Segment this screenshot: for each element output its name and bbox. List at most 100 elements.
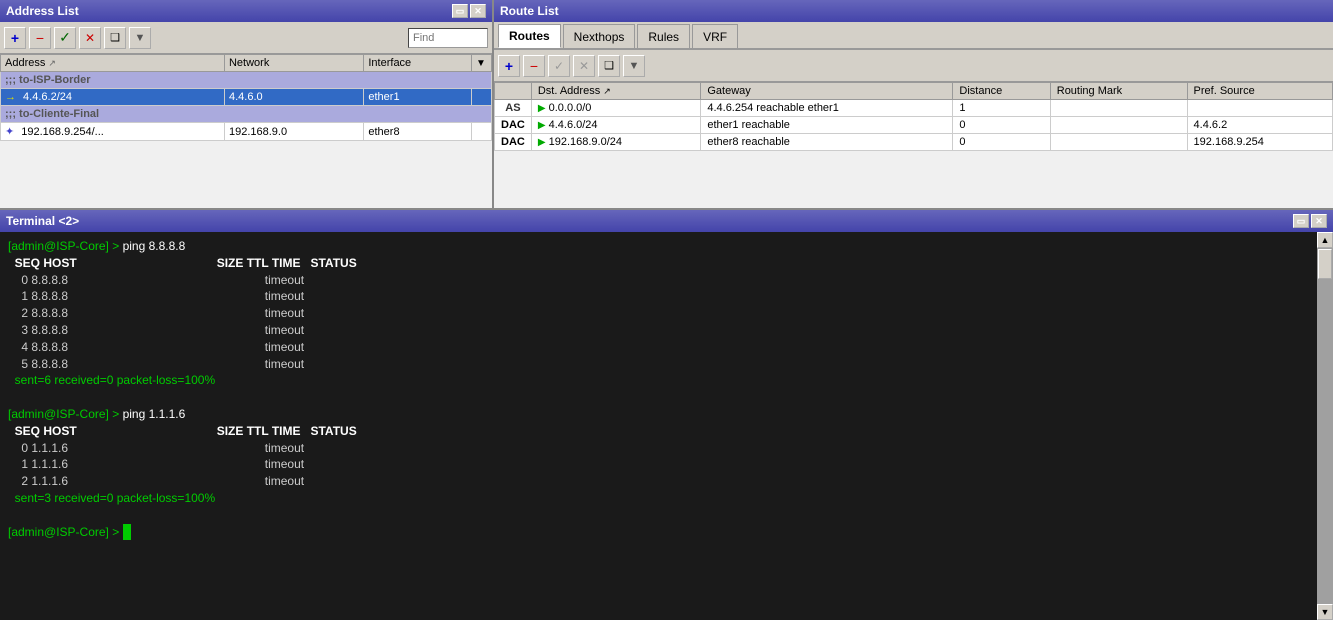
scrollbar-thumb[interactable]	[1318, 249, 1332, 279]
address-row-2-network: 192.168.9.0	[224, 123, 363, 141]
address-row-2-interface: ether8	[364, 123, 472, 141]
route-row-3-dst: ▶ 192.168.9.0/24	[531, 134, 701, 151]
route-row-1[interactable]: AS ▶ 0.0.0.0/0 4.4.6.254 reachable ether…	[495, 100, 1333, 117]
address-copy-button[interactable]: ❑	[104, 27, 126, 49]
address-table-header-row: Address ↗ Network Interface ▼	[1, 55, 492, 72]
route-row-3-flag: DAC	[495, 134, 532, 151]
route-col-flag	[495, 83, 532, 100]
terminal-panel: Terminal <2> ▭ ✕ [admin@ISP-Core] > ping…	[0, 210, 1333, 620]
route-col-distance[interactable]: Distance	[953, 83, 1050, 100]
terminal-line-seq4: 4 8.8.8.8 timeout	[8, 339, 1309, 356]
address-table-container: Address ↗ Network Interface ▼ ;;; to-ISP…	[0, 54, 492, 208]
route-table-container: Dst. Address ↗ Gateway Distance Routing …	[494, 82, 1333, 208]
terminal-line-p2-seq0: 0 1.1.1.6 timeout	[8, 440, 1309, 457]
terminal-input-line: [admin@ISP-Core] >	[8, 524, 1309, 541]
terminal-close-button[interactable]: ✕	[1311, 214, 1327, 228]
tab-nexthops[interactable]: Nexthops	[563, 24, 636, 48]
address-restore-button[interactable]: ▭	[452, 4, 468, 18]
address-group-cliente-final: ;;; to-Cliente-Final	[1, 106, 492, 123]
route-list-titlebar: Route List	[494, 0, 1333, 22]
terminal-line-seq0: 0 8.8.8.8 timeout	[8, 272, 1309, 289]
address-table: Address ↗ Network Interface ▼ ;;; to-ISP…	[0, 54, 492, 141]
route-row-1-flag: AS	[495, 100, 532, 117]
terminal-line-2: [admin@ISP-Core] > ping 1.1.1.6	[8, 406, 1309, 423]
address-row-1-address: → 4.4.6.2/24	[1, 89, 225, 106]
address-remove-button[interactable]: −	[29, 27, 51, 49]
route-row-2-gateway: ether1 reachable	[701, 117, 953, 134]
route-check-button[interactable]: ✓	[548, 55, 570, 77]
address-find-input[interactable]	[408, 28, 488, 48]
terminal-title: Terminal <2>	[6, 214, 79, 228]
address-row-1-network: 4.4.6.0	[224, 89, 363, 106]
route-row-2[interactable]: DAC ▶ 4.4.6.0/24 ether1 reachable 0 4.4.…	[495, 117, 1333, 134]
terminal-line-p2-seq2: 2 1.1.1.6 timeout	[8, 473, 1309, 490]
address-group-isp-border: ;;; to-ISP-Border	[1, 72, 492, 89]
terminal-line-header-2: SEQ HOST SIZE TTL TIME STATUS	[8, 423, 1309, 440]
scrollbar-up-button[interactable]: ▲	[1317, 232, 1333, 248]
route-col-dst[interactable]: Dst. Address ↗	[531, 83, 701, 100]
route-row-2-distance: 0	[953, 117, 1050, 134]
route-panel: Route List Routes Nexthops Rules VRF + −…	[494, 0, 1333, 208]
route-x-button[interactable]: ✕	[573, 55, 595, 77]
address-group-cliente-final-label: ;;; to-Cliente-Final	[1, 106, 492, 123]
route-copy-button[interactable]: ❑	[598, 55, 620, 77]
address-add-button[interactable]: +	[4, 27, 26, 49]
address-titlebar-buttons: ▭ ✕	[452, 4, 486, 18]
route-add-button[interactable]: +	[498, 55, 520, 77]
address-list-title: Address List	[6, 4, 79, 18]
route-col-pref-source[interactable]: Pref. Source	[1187, 83, 1332, 100]
address-toolbar: + − ✓ ✕ ❑ ▼	[0, 22, 492, 54]
address-col-network[interactable]: Network	[224, 55, 363, 72]
route-col-routing-mark[interactable]: Routing Mark	[1050, 83, 1187, 100]
route-tabs-bar: Routes Nexthops Rules VRF	[494, 22, 1333, 50]
address-row-2[interactable]: ✦ 192.168.9.254/... 192.168.9.0 ether8	[1, 123, 492, 141]
address-check-button[interactable]: ✓	[54, 27, 76, 49]
route-row-2-dst: ▶ 4.4.6.0/24	[531, 117, 701, 134]
terminal-blank-2	[8, 507, 1309, 524]
terminal-restore-button[interactable]: ▭	[1293, 214, 1309, 228]
route-remove-button[interactable]: −	[523, 55, 545, 77]
address-list-titlebar: Address List ▭ ✕	[0, 0, 492, 22]
terminal-line-seq5: 5 8.8.8.8 timeout	[8, 356, 1309, 373]
terminal-cmd-2: ping 1.1.1.6	[123, 407, 186, 421]
route-col-gateway[interactable]: Gateway	[701, 83, 953, 100]
address-col-interface[interactable]: Interface	[364, 55, 472, 72]
address-panel: Address List ▭ ✕ + − ✓ ✕ ❑ ▼ A	[0, 0, 494, 208]
route-toolbar: + − ✓ ✕ ❑ ▼	[494, 50, 1333, 82]
address-row-1[interactable]: → 4.4.6.2/24 4.4.6.0 ether1	[1, 89, 492, 106]
address-col-extra: ▼	[472, 55, 492, 72]
terminal-inner[interactable]: [admin@ISP-Core] > ping 8.8.8.8 SEQ HOST…	[0, 232, 1317, 620]
terminal-status-0: 0 8.8.8.8 timeout	[8, 273, 304, 287]
address-filter-button[interactable]: ▼	[129, 27, 151, 49]
tab-routes[interactable]: Routes	[498, 24, 561, 48]
route-row-3-arrow: ▶	[538, 137, 546, 148]
route-table: Dst. Address ↗ Gateway Distance Routing …	[494, 82, 1333, 151]
terminal-scrollbar: ▲ ▼	[1317, 232, 1333, 620]
terminal-line-seq1: 1 8.8.8.8 timeout	[8, 288, 1309, 305]
terminal-titlebar-buttons: ▭ ✕	[1293, 214, 1327, 228]
terminal-summary-1: sent=6 received=0 packet-loss=100%	[8, 372, 1309, 389]
tab-rules[interactable]: Rules	[637, 24, 690, 48]
address-row-1-extra	[472, 89, 492, 106]
scrollbar-track[interactable]	[1317, 248, 1333, 604]
route-row-1-dst: ▶ 0.0.0.0/0	[531, 100, 701, 117]
route-row-3[interactable]: DAC ▶ 192.168.9.0/24 ether8 reachable 0 …	[495, 134, 1333, 151]
terminal-prompt-1: [admin@ISP-Core] >	[8, 239, 123, 253]
terminal-prompt-2: [admin@ISP-Core] >	[8, 407, 123, 421]
address-group-isp-border-label: ;;; to-ISP-Border	[1, 72, 492, 89]
route-row-1-arrow: ▶	[538, 103, 546, 114]
route-row-3-pref-source: 192.168.9.254	[1187, 134, 1332, 151]
route-row-1-pref-source	[1187, 100, 1332, 117]
address-row-2-icon: ✦	[5, 126, 14, 138]
address-col-address[interactable]: Address ↗	[1, 55, 225, 72]
route-row-1-distance: 1	[953, 100, 1050, 117]
address-close-button[interactable]: ✕	[470, 4, 486, 18]
address-x-button[interactable]: ✕	[79, 27, 101, 49]
tab-vrf[interactable]: VRF	[692, 24, 738, 48]
top-panels: Address List ▭ ✕ + − ✓ ✕ ❑ ▼ A	[0, 0, 1333, 210]
route-row-3-gateway: ether8 reachable	[701, 134, 953, 151]
terminal-line-seq2: 2 8.8.8.8 timeout	[8, 305, 1309, 322]
route-filter-button[interactable]: ▼	[623, 55, 645, 77]
terminal-cursor	[123, 524, 131, 541]
scrollbar-down-button[interactable]: ▼	[1317, 604, 1333, 620]
